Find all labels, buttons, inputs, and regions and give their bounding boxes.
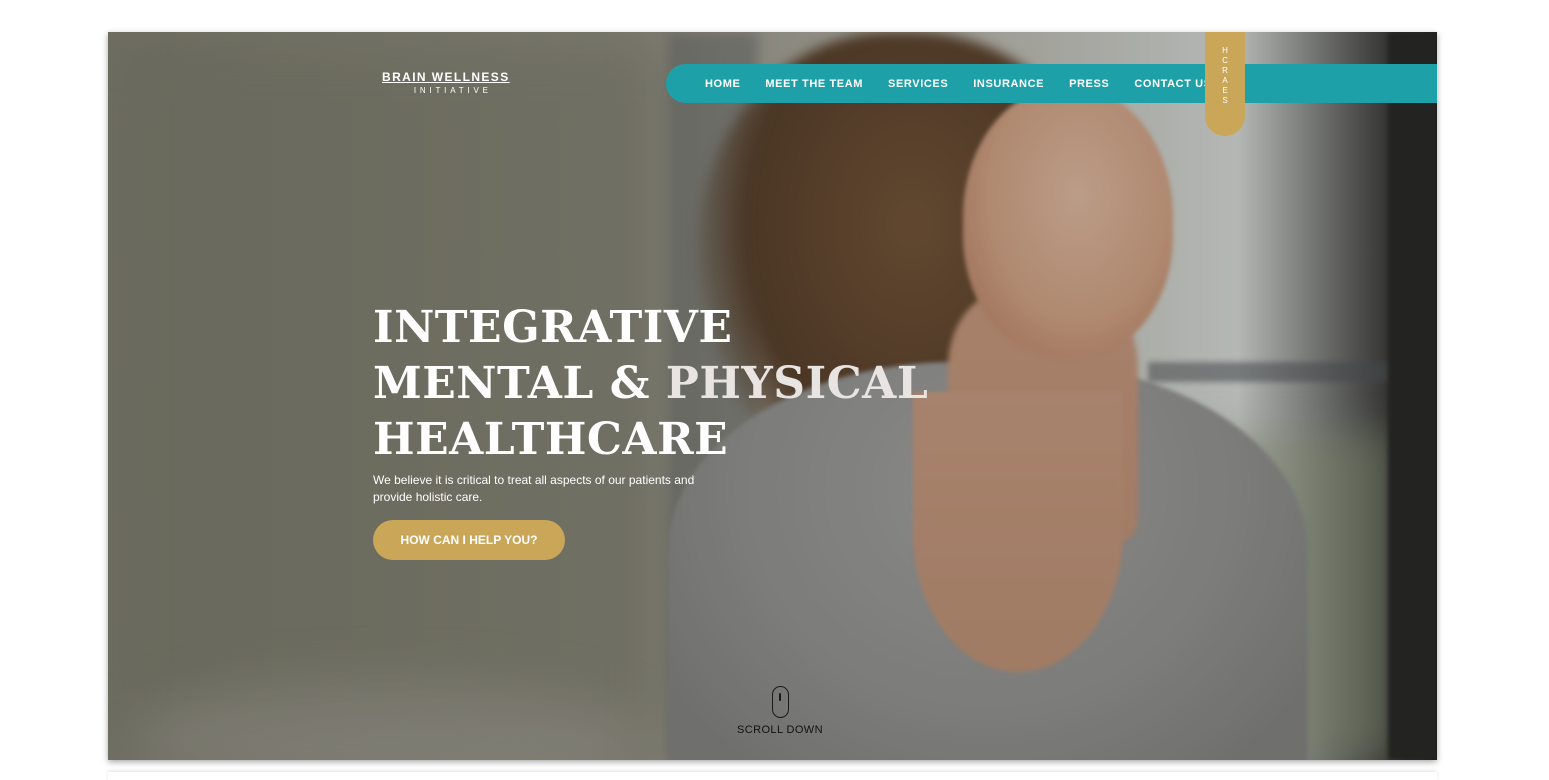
hero-section: BRAIN WELLNESS INITIATIVE HOME MEET THE … <box>108 32 1437 760</box>
search-letter: E <box>1222 86 1228 95</box>
scroll-down-button[interactable]: SCROLL DOWN <box>728 686 832 736</box>
site-logo[interactable]: BRAIN WELLNESS INITIATIVE <box>382 70 510 95</box>
headline-line-2: MENTAL & PHYSICAL <box>373 356 928 412</box>
nav-item-services[interactable]: SERVICES <box>888 78 948 90</box>
search-letter: A <box>1222 76 1228 85</box>
mouse-icon <box>771 686 789 718</box>
headline-line-3: HEALTHCARE <box>373 414 729 465</box>
headline-line-1: INTEGRATIVE <box>373 302 733 353</box>
help-cta-button[interactable]: HOW CAN I HELP YOU? <box>373 520 565 560</box>
nav-item-meet-the-team[interactable]: MEET THE TEAM <box>765 78 863 90</box>
scroll-down-label: SCROLL DOWN <box>737 724 823 736</box>
hero-headline: INTEGRATIVE MENTAL & PHYSICAL HEALTHCARE <box>373 300 928 468</box>
hero-subtext: We believe it is critical to treat all a… <box>373 473 695 504</box>
headline-line-2b: PHYSICAL <box>665 358 929 409</box>
nav-item-press[interactable]: PRESS <box>1069 78 1109 90</box>
main-navigation: HOME MEET THE TEAM SERVICES INSURANCE PR… <box>666 64 1437 103</box>
search-tab-button[interactable]: H C R A E S <box>1205 32 1245 136</box>
nav-item-insurance[interactable]: INSURANCE <box>973 78 1044 90</box>
nav-item-home[interactable]: HOME <box>705 78 740 90</box>
logo-name: BRAIN WELLNESS <box>382 70 510 84</box>
logo-tagline: INITIATIVE <box>413 86 492 95</box>
search-letter: C <box>1222 56 1228 65</box>
search-letter: S <box>1222 96 1228 105</box>
headline-line-2a: MENTAL & <box>373 358 666 409</box>
nav-item-contact-us[interactable]: CONTACT US <box>1134 78 1211 90</box>
search-letter: H <box>1222 46 1228 55</box>
nav-list: HOME MEET THE TEAM SERVICES INSURANCE PR… <box>705 64 1237 103</box>
search-letter: R <box>1222 66 1228 75</box>
next-section-edge <box>108 772 1437 780</box>
